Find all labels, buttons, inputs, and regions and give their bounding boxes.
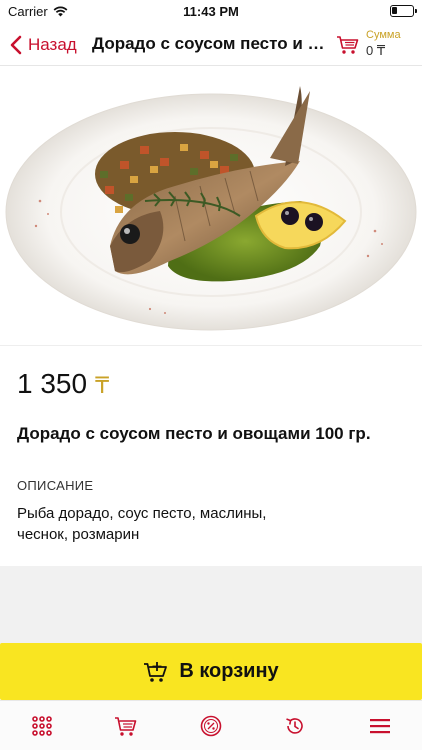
menu-grid-icon bbox=[32, 716, 52, 736]
status-time: 11:43 PM bbox=[183, 4, 239, 19]
description-label: ОПИСАНИЕ bbox=[17, 478, 94, 493]
navigation-bar: Назад Дорадо с соусом песто и овощами 10… bbox=[0, 24, 422, 66]
status-bar: Carrier 11:43 PM bbox=[0, 0, 422, 24]
cart-icon bbox=[337, 36, 359, 54]
product-name: Дорадо с соусом песто и овощами 100 гр. bbox=[17, 424, 371, 443]
cart-summary-button[interactable]: Сумма 0 ₸ bbox=[336, 28, 416, 62]
description-text: Рыба дорадо, соус песто, маслины, чеснок… bbox=[17, 505, 267, 543]
tab-history[interactable] bbox=[282, 713, 308, 739]
content-footer-spacer bbox=[0, 566, 422, 644]
cart-sum-label: Сумма bbox=[366, 29, 401, 41]
tab-bar bbox=[0, 700, 422, 750]
history-icon bbox=[286, 718, 303, 734]
chevron-left-icon bbox=[10, 35, 22, 55]
cart-sum-value: 0 ₸ bbox=[366, 43, 386, 58]
page-title: Дорадо с соусом песто и овощами 100 гр. bbox=[92, 34, 328, 53]
hamburger-icon bbox=[370, 719, 390, 734]
discount-icon bbox=[200, 715, 222, 737]
tab-discounts[interactable] bbox=[198, 713, 224, 739]
add-to-cart-label: В корзину bbox=[179, 660, 279, 682]
price-value: 1 350 bbox=[17, 368, 88, 399]
back-button-label: Назад bbox=[28, 35, 77, 54]
tab-more[interactable] bbox=[367, 713, 393, 739]
back-button[interactable]: Назад bbox=[10, 32, 77, 58]
product-image bbox=[0, 66, 422, 346]
cart-icon bbox=[115, 717, 137, 736]
tab-cart[interactable] bbox=[113, 713, 139, 739]
dorado-dish-illustration bbox=[5, 86, 417, 331]
product-price: 1 350 ₸ bbox=[17, 368, 109, 400]
battery-icon bbox=[390, 5, 417, 17]
tenge-currency-icon: ₸ bbox=[95, 373, 110, 398]
tab-menu[interactable] bbox=[29, 713, 55, 739]
add-to-cart-button[interactable]: В корзину bbox=[0, 643, 422, 700]
add-to-cart-icon bbox=[144, 661, 168, 682]
